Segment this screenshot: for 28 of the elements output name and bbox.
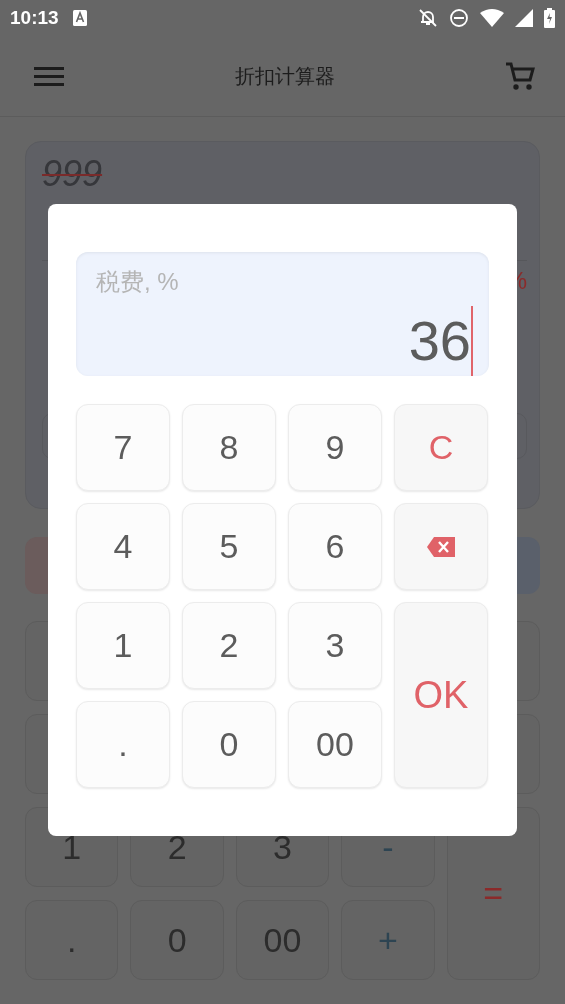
backspace-key[interactable] (394, 503, 488, 590)
app-title: 折扣计算器 (233, 63, 336, 89)
keyboard-icon (72, 10, 87, 26)
number-key[interactable]: . (76, 701, 170, 788)
number-key[interactable]: 9 (288, 404, 382, 491)
number-key[interactable]: 8 (182, 404, 276, 491)
tax-input-field[interactable]: 税费, % 36 (76, 252, 489, 376)
number-key[interactable]: 6 (288, 503, 382, 590)
backspace-icon (427, 536, 455, 557)
battery-icon (544, 8, 555, 28)
number-key[interactable]: 1 (76, 602, 170, 689)
bell-off-icon (418, 8, 438, 28)
do-not-disturb-icon (449, 8, 469, 28)
number-key[interactable]: 7 (76, 404, 170, 491)
menu-icon[interactable] (34, 66, 64, 86)
signal-icon (515, 9, 533, 27)
wifi-icon (480, 9, 504, 27)
cart-icon[interactable] (505, 61, 535, 91)
number-key[interactable]: 2 (182, 602, 276, 689)
number-key[interactable]: 4 (76, 503, 170, 590)
field-label: 税费, % (96, 267, 180, 297)
number-key[interactable]: 0 (182, 701, 276, 788)
field-value: 36 (408, 311, 471, 371)
number-key[interactable]: 3 (288, 602, 382, 689)
status-time: 10:13 (10, 7, 59, 29)
number-key[interactable]: 5 (182, 503, 276, 590)
text-cursor (471, 306, 473, 376)
number-key[interactable]: 00 (288, 701, 382, 788)
